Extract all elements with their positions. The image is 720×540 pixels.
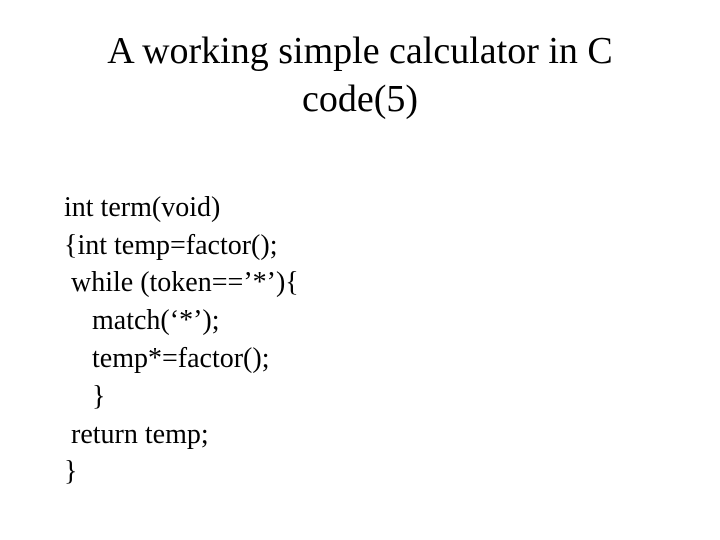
code-line: }	[64, 456, 77, 487]
code-block: int term(void) {int temp=factor(); while…	[64, 151, 720, 491]
code-line: {int temp=factor();	[64, 230, 278, 261]
code-line: temp*=factor();	[64, 343, 270, 374]
code-line: }	[64, 381, 105, 412]
code-line: int term(void)	[64, 192, 220, 223]
slide-title: A working simple calculator in C code(5)	[60, 28, 660, 123]
code-line: match(‘*’);	[64, 305, 220, 336]
code-line: return temp;	[64, 419, 209, 450]
title-line-2: code(5)	[302, 78, 418, 120]
slide: A working simple calculator in C code(5)…	[0, 0, 720, 540]
code-line: while (token==’*’){	[64, 267, 299, 298]
title-line-1: A working simple calculator in C	[107, 30, 613, 72]
